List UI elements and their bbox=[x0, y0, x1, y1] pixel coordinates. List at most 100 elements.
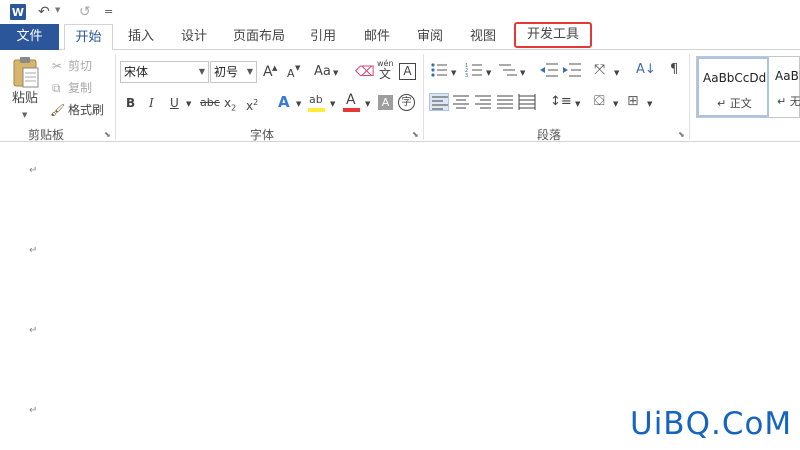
phonetic-guide-button[interactable]: 文 bbox=[379, 66, 391, 82]
superscript-button[interactable]: x2 bbox=[246, 95, 258, 114]
strikethrough-button[interactable]: abc bbox=[200, 95, 220, 111]
paragraph-mark: ↵ bbox=[29, 405, 38, 416]
customize-qat-icon[interactable]: = bbox=[104, 3, 113, 21]
tab-file[interactable]: 文件 bbox=[0, 24, 59, 50]
group-separator bbox=[689, 54, 690, 140]
tab-page-layout[interactable]: 页面布局 bbox=[225, 24, 293, 50]
paste-icon[interactable] bbox=[8, 56, 44, 90]
underline-button[interactable]: U bbox=[170, 95, 179, 111]
change-case-button[interactable]: Aa bbox=[314, 64, 331, 80]
chinese-layout-icon[interactable]: ⤧ bbox=[594, 62, 605, 78]
format-painter-icon: 🖌 bbox=[50, 103, 66, 117]
style-no-spacing-sample: AaBl bbox=[775, 69, 800, 83]
font-group-label: 字体 bbox=[250, 128, 275, 142]
font-color-button[interactable]: A bbox=[346, 92, 356, 108]
decrease-indent-icon[interactable] bbox=[540, 62, 558, 78]
paragraph-launcher-icon[interactable]: ⬊ bbox=[678, 130, 685, 139]
chinese-layout-dropdown-icon[interactable]: ▼ bbox=[614, 65, 619, 81]
tab-design[interactable]: 设计 bbox=[171, 24, 217, 50]
numbering-icon[interactable]: 123 bbox=[465, 62, 483, 78]
character-border-button[interactable]: A bbox=[399, 63, 416, 80]
site-watermark: UiBQ.CoM bbox=[630, 406, 793, 442]
borders-icon[interactable]: ⊞ bbox=[627, 93, 639, 109]
show-hide-marks-icon[interactable]: ¶ bbox=[670, 62, 678, 78]
cut-icon: ✂ bbox=[52, 59, 63, 73]
shrink-font-button[interactable]: A bbox=[287, 66, 295, 82]
redo-icon[interactable]: ↺ bbox=[79, 3, 91, 21]
highlight-button[interactable]: ab bbox=[309, 92, 323, 108]
clear-formatting-icon[interactable]: ⌫ bbox=[355, 64, 375, 80]
borders-dropdown-icon[interactable]: ▼ bbox=[647, 96, 652, 112]
paragraph-mark: ↵ bbox=[29, 245, 38, 256]
style-normal[interactable]: AaBbCcDd ↵ 正文 bbox=[697, 57, 769, 117]
tab-insert[interactable]: 插入 bbox=[118, 24, 164, 50]
copy-icon: ⧉ bbox=[52, 81, 61, 95]
font-color-bar bbox=[343, 108, 360, 112]
undo-icon[interactable]: ↶ bbox=[38, 3, 50, 21]
tab-view[interactable]: 视图 bbox=[460, 24, 506, 50]
enclose-characters-button[interactable]: 字 bbox=[398, 94, 415, 111]
font-name-value: 宋体 bbox=[124, 65, 149, 79]
font-size-combo[interactable]: 初号 ▼ bbox=[210, 61, 257, 83]
group-separator bbox=[423, 54, 424, 140]
ribbon-tabs: 文件 开始 插入 设计 页面布局 引用 邮件 审阅 视图 开发工具 bbox=[0, 22, 800, 51]
font-color-dropdown-icon[interactable]: ▼ bbox=[365, 96, 370, 112]
style-normal-sample: AaBbCcDd bbox=[703, 71, 767, 85]
distributed-icon[interactable] bbox=[518, 94, 536, 110]
style-normal-name: ↵ 正文 bbox=[717, 97, 752, 110]
subscript-button[interactable]: x2 bbox=[224, 95, 236, 116]
line-spacing-icon[interactable]: ↕≡ bbox=[550, 94, 572, 110]
highlight-dropdown-icon[interactable]: ▼ bbox=[330, 96, 335, 112]
justify-icon[interactable] bbox=[496, 94, 514, 110]
line-spacing-dropdown-icon[interactable]: ▼ bbox=[575, 96, 580, 112]
bold-button[interactable]: B bbox=[126, 95, 135, 111]
superscript-mark: 2 bbox=[253, 98, 259, 107]
tab-home[interactable]: 开始 bbox=[64, 24, 113, 51]
text-effects-button[interactable]: A bbox=[278, 94, 290, 110]
underline-dropdown-icon[interactable]: ▼ bbox=[186, 96, 191, 112]
align-left-icon[interactable] bbox=[429, 93, 449, 111]
font-name-combo[interactable]: 宋体 ▼ bbox=[120, 61, 209, 83]
shading-dropdown-icon[interactable]: ▼ bbox=[613, 96, 618, 112]
multilevel-list-icon[interactable] bbox=[499, 62, 517, 78]
cut-button[interactable]: 剪切 bbox=[68, 58, 92, 74]
styles-gallery: AaBbCcDd ↵ 正文 AaBl ↵ 无 bbox=[696, 56, 800, 118]
paragraph-mark: ↵ bbox=[29, 325, 38, 336]
tab-references[interactable]: 引用 bbox=[300, 24, 346, 50]
numbering-dropdown-icon[interactable]: ▼ bbox=[486, 65, 491, 81]
tab-mailings[interactable]: 邮件 bbox=[354, 24, 400, 50]
shrink-arrow-icon: ▼ bbox=[295, 64, 301, 72]
paste-dropdown-icon[interactable]: ▼ bbox=[22, 107, 27, 123]
bullets-dropdown-icon[interactable]: ▼ bbox=[451, 65, 456, 81]
tab-developer[interactable]: 开发工具 bbox=[514, 22, 592, 48]
text-effects-dropdown-icon[interactable]: ▼ bbox=[296, 96, 301, 112]
paragraph-mark: ↵ bbox=[29, 165, 38, 176]
clipboard-launcher-icon[interactable]: ⬊ bbox=[104, 130, 111, 139]
undo-dropdown-icon[interactable]: ▼ bbox=[55, 6, 60, 14]
multilevel-list-dropdown-icon[interactable]: ▼ bbox=[520, 65, 525, 81]
format-painter-button[interactable]: 格式刷 bbox=[68, 102, 104, 118]
increase-indent-icon[interactable] bbox=[563, 62, 581, 78]
italic-button[interactable]: I bbox=[149, 95, 154, 111]
font-launcher-icon[interactable]: ⬊ bbox=[412, 130, 419, 139]
document-canvas[interactable]: ↵ ↵ ↵ ↵ bbox=[0, 143, 800, 450]
chevron-down-icon: ▼ bbox=[198, 67, 205, 76]
word-logo-icon: W bbox=[10, 4, 26, 20]
bullets-icon[interactable] bbox=[430, 62, 448, 78]
svg-text:3: 3 bbox=[465, 73, 468, 78]
shading-icon[interactable]: ⛋ bbox=[594, 93, 605, 109]
align-center-icon[interactable] bbox=[452, 94, 470, 110]
chevron-down-icon: ▼ bbox=[246, 67, 253, 76]
subscript-mark: 2 bbox=[231, 103, 237, 113]
font-size-value: 初号 bbox=[214, 65, 239, 79]
paste-button[interactable]: 粘贴 bbox=[12, 91, 38, 107]
grow-arrow-icon: ▲ bbox=[272, 64, 278, 72]
style-no-spacing[interactable]: AaBl ↵ 无 bbox=[771, 57, 800, 117]
sort-icon[interactable]: A↓ bbox=[636, 62, 656, 78]
copy-button[interactable]: 复制 bbox=[68, 80, 92, 96]
tab-review[interactable]: 审阅 bbox=[407, 24, 453, 50]
paragraph-group-label: 段落 bbox=[537, 128, 562, 142]
change-case-dropdown-icon[interactable]: ▼ bbox=[333, 65, 338, 81]
character-shading-button[interactable]: A bbox=[378, 95, 393, 110]
align-right-icon[interactable] bbox=[474, 94, 492, 110]
